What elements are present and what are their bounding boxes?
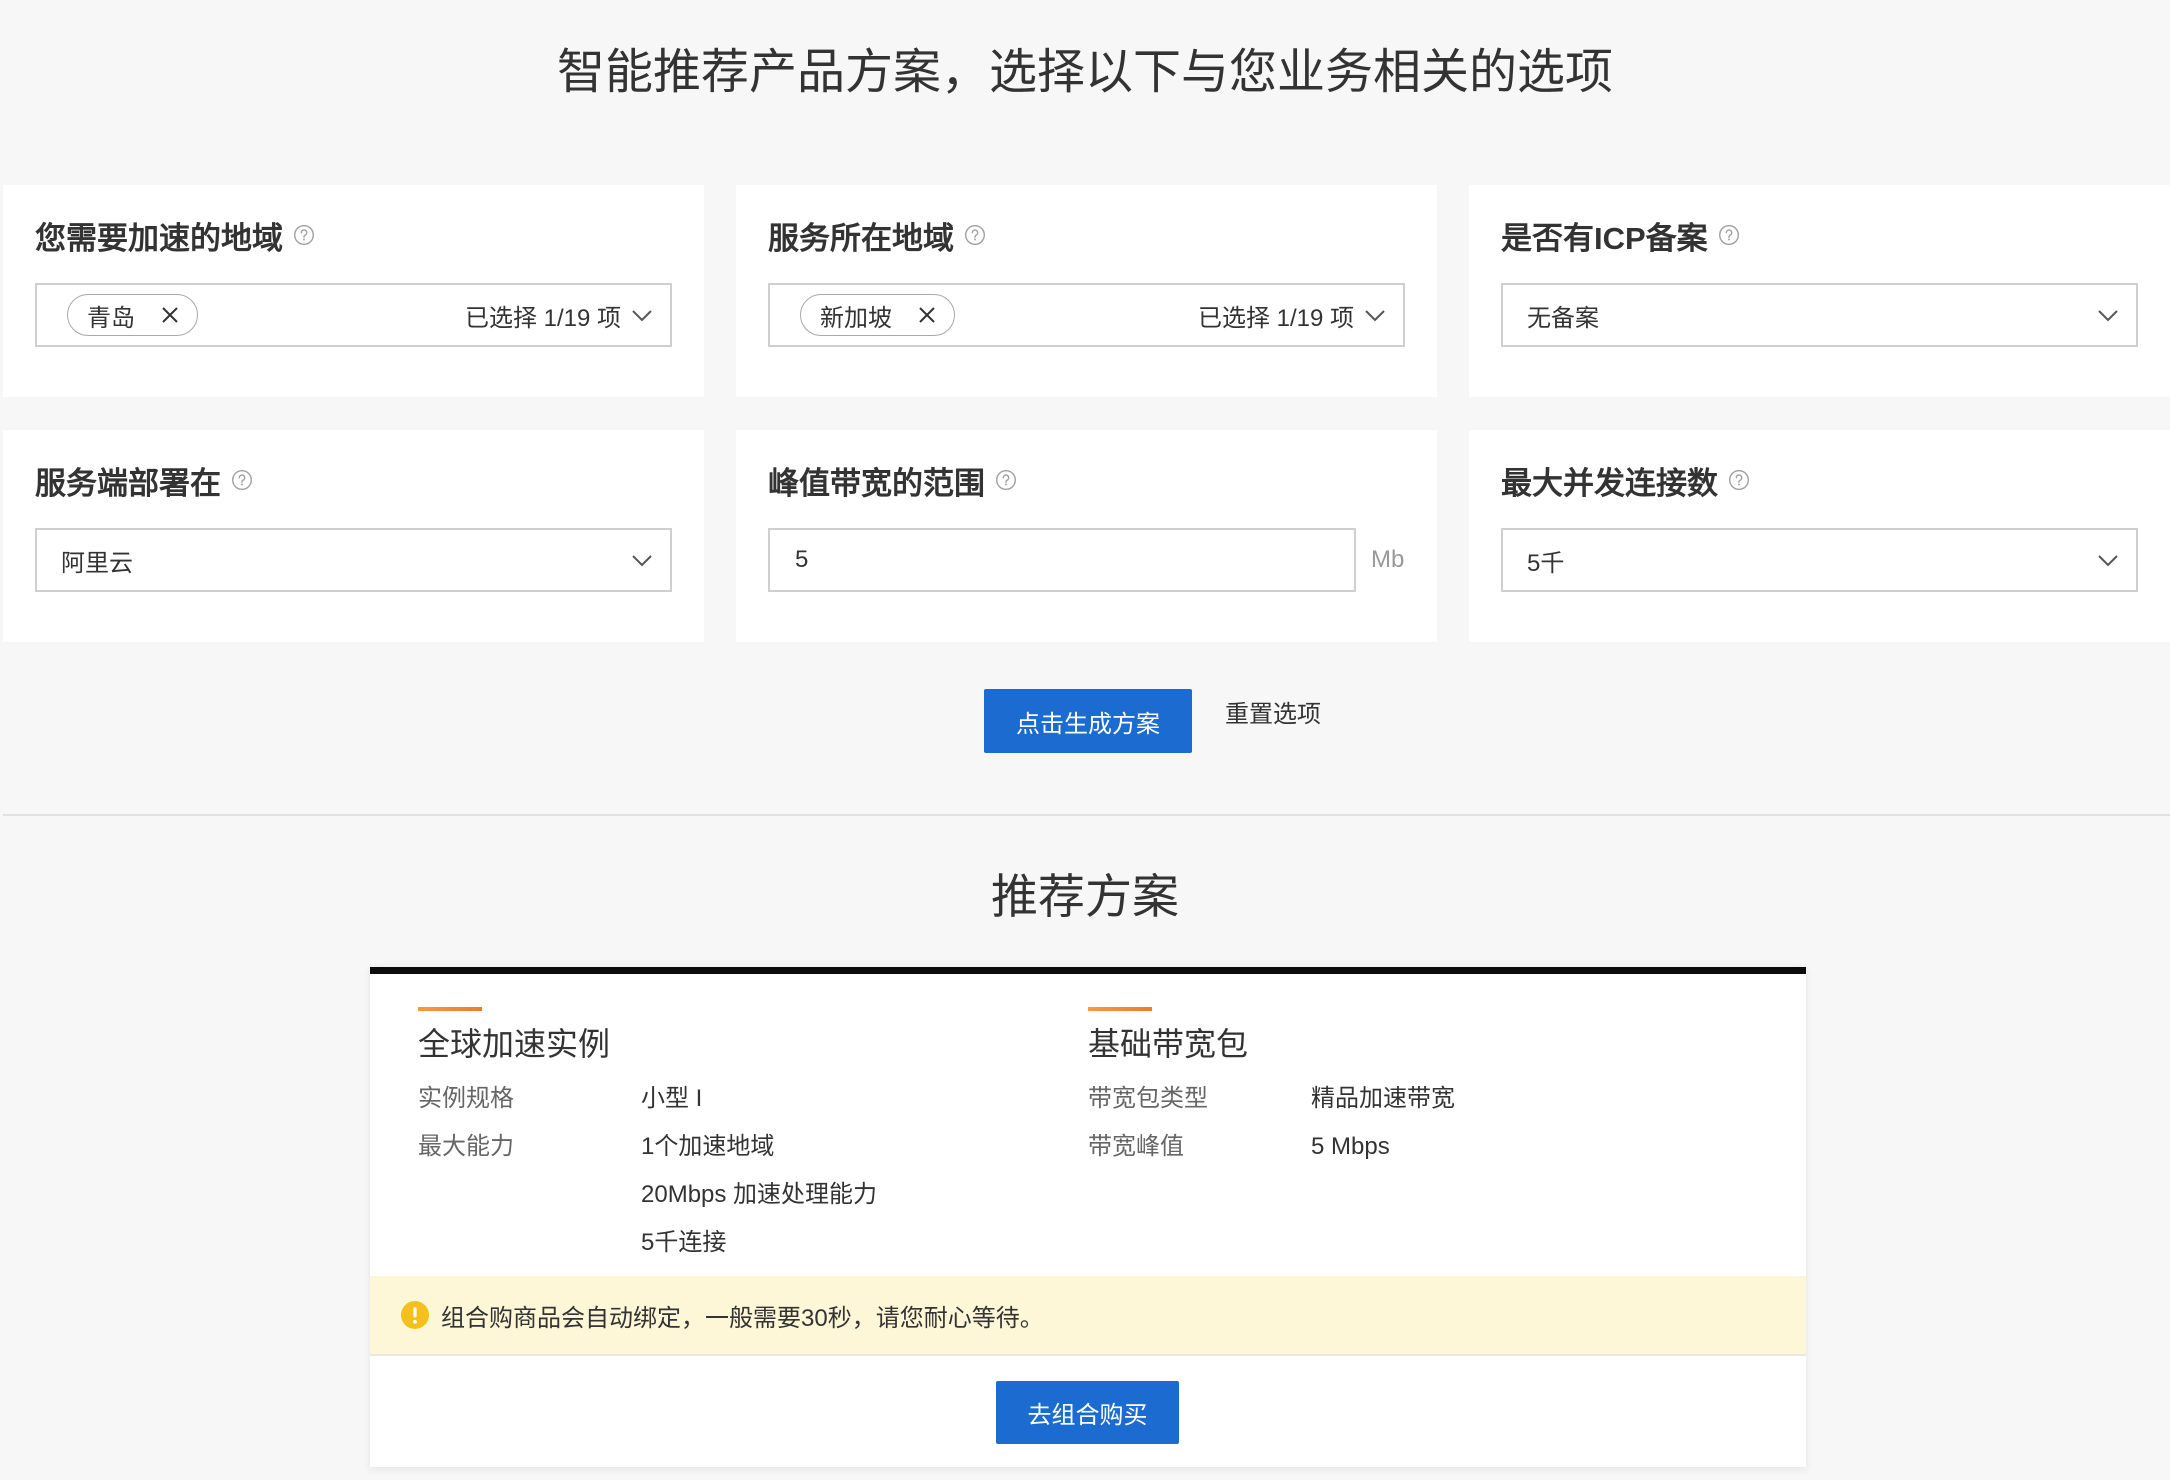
deployment-select[interactable]: 阿里云 [35, 528, 672, 592]
field-label-text: 服务端部署在 [35, 465, 221, 501]
help-circle-icon[interactable] [1718, 224, 1740, 246]
spec-row: 最大能力 1个加速地域 20Mbps 加速处理能力 5千连接 [418, 1123, 1038, 1267]
tag-label: 新加坡 [820, 304, 892, 332]
field-label-icp: 是否有ICP备案 [1501, 215, 2138, 256]
spec-row: 带宽包类型 精品加速带宽 [1088, 1075, 1708, 1123]
chevron-down-icon[interactable] [631, 549, 653, 571]
field-label-text: 最大并发连接数 [1501, 465, 1718, 501]
notice-text: 组合购商品会自动绑定，一般需要30秒，请您耐心等待。 [441, 1304, 1044, 1332]
spec-value: 精品加速带宽 [1311, 1085, 1455, 1112]
spec-value: 5千连接 [641, 1229, 727, 1256]
product-global-accelerator: 全球加速实例 实例规格 小型 I 最大能力 1个加速地域 20Mbps 加速处理… [418, 1007, 1038, 1267]
field-label-accel-region: 您需要加速的地域 [35, 215, 672, 256]
chevron-down-icon[interactable] [1364, 304, 1386, 326]
field-card-peak-bandwidth: 峰值带宽的范围 Mb [736, 430, 1437, 642]
spec-values: 1个加速地域 20Mbps 加速处理能力 5千连接 [641, 1123, 877, 1267]
spec-value: 1个加速地域 [641, 1133, 775, 1160]
select-value: 5千 [1527, 549, 1565, 577]
help-circle-icon[interactable] [1728, 469, 1750, 491]
field-label-max-connections: 最大并发连接数 [1501, 460, 2138, 501]
field-label-text: 是否有ICP备案 [1501, 220, 1708, 256]
selection-count: 已选择 1/19 项 [464, 304, 621, 332]
field-card-accel-region: 您需要加速的地域 青岛 已选择 1/19 项 [3, 185, 704, 397]
help-circle-icon[interactable] [995, 469, 1017, 491]
chevron-down-icon[interactable] [2097, 304, 2119, 326]
field-card-max-connections: 最大并发连接数 5千 [1469, 430, 2170, 642]
field-label-text: 峰值带宽的范围 [768, 465, 985, 501]
help-circle-icon[interactable] [964, 224, 986, 246]
generate-plan-button[interactable]: 点击生成方案 [984, 689, 1192, 753]
field-label-service-region: 服务所在地域 [768, 215, 1405, 256]
peak-bandwidth-row: Mb [768, 528, 1405, 592]
field-label-text: 服务所在地域 [768, 220, 954, 256]
help-circle-icon[interactable] [293, 224, 315, 246]
spec-values: 小型 I [641, 1075, 702, 1123]
chevron-down-icon[interactable] [631, 304, 653, 326]
section-divider [3, 814, 2170, 816]
select-value: 阿里云 [61, 549, 133, 577]
spec-value: 5 Mbps [1311, 1133, 1390, 1160]
select-value: 无备案 [1527, 304, 1599, 332]
close-icon[interactable] [918, 306, 936, 324]
recommendation-heading: 推荐方案 [991, 870, 1179, 923]
selected-region-tag: 青岛 [67, 294, 198, 336]
warning-icon [401, 1301, 429, 1329]
spec-key: 带宽峰值 [1088, 1133, 1184, 1160]
field-label-deployment: 服务端部署在 [35, 460, 672, 501]
spec-row: 带宽峰值 5 Mbps [1088, 1123, 1708, 1171]
max-connections-select[interactable]: 5千 [1501, 528, 2138, 592]
field-card-deployment: 服务端部署在 阿里云 [3, 430, 704, 642]
product-bandwidth-package: 基础带宽包 带宽包类型 精品加速带宽 带宽峰值 5 Mbps [1088, 1007, 1708, 1171]
product-title: 全球加速实例 [418, 1026, 611, 1062]
accent-bar [1088, 1007, 1152, 1011]
spec-row: 实例规格 小型 I [418, 1075, 1038, 1123]
field-label-text: 您需要加速的地域 [35, 220, 283, 256]
service-region-select[interactable]: 新加坡 已选择 1/19 项 [768, 283, 1405, 347]
spec-list: 带宽包类型 精品加速带宽 带宽峰值 5 Mbps [1088, 1075, 1708, 1171]
field-label-peak-bandwidth: 峰值带宽的范围 [768, 460, 1405, 501]
chevron-down-icon[interactable] [2097, 549, 2119, 571]
spec-list: 实例规格 小型 I 最大能力 1个加速地域 20Mbps 加速处理能力 5千连接 [418, 1075, 1038, 1267]
accent-bar [418, 1007, 482, 1011]
field-card-service-region: 服务所在地域 新加坡 已选择 1/19 项 [736, 185, 1437, 397]
selection-count: 已选择 1/19 项 [1197, 304, 1354, 332]
notice-banner: 组合购商品会自动绑定，一般需要30秒，请您耐心等待。 [370, 1276, 1806, 1356]
field-card-icp: 是否有ICP备案 无备案 [1469, 185, 2170, 397]
combo-buy-button[interactable]: 去组合购买 [996, 1381, 1179, 1444]
help-circle-icon[interactable] [231, 469, 253, 491]
tag-label: 青岛 [87, 304, 135, 332]
close-icon[interactable] [161, 306, 179, 324]
spec-key: 最大能力 [418, 1133, 514, 1160]
peak-bandwidth-input[interactable] [768, 528, 1356, 592]
spec-key: 带宽包类型 [1088, 1085, 1208, 1112]
selected-region-tag: 新加坡 [800, 294, 955, 336]
spec-values: 精品加速带宽 [1311, 1075, 1455, 1123]
spec-key: 实例规格 [418, 1085, 514, 1112]
icp-select[interactable]: 无备案 [1501, 283, 2138, 347]
spec-value: 20Mbps 加速处理能力 [641, 1181, 878, 1208]
recommendation-card: 全球加速实例 实例规格 小型 I 最大能力 1个加速地域 20Mbps 加速处理… [370, 967, 1806, 1467]
product-title: 基础带宽包 [1088, 1026, 1249, 1062]
spec-value: 小型 I [641, 1085, 703, 1112]
bandwidth-unit: Mb [1371, 546, 1405, 573]
page-title: 智能推荐产品方案，选择以下与您业务相关的选项 [556, 46, 1613, 99]
recommendation-form: 您需要加速的地域 青岛 已选择 1/19 项 服务所在地域 新加坡 已选择 1/… [3, 185, 2170, 642]
spec-values: 5 Mbps [1311, 1123, 1390, 1171]
reset-options-link[interactable]: 重置选项 [1225, 697, 1321, 733]
accel-region-select[interactable]: 青岛 已选择 1/19 项 [35, 283, 672, 347]
